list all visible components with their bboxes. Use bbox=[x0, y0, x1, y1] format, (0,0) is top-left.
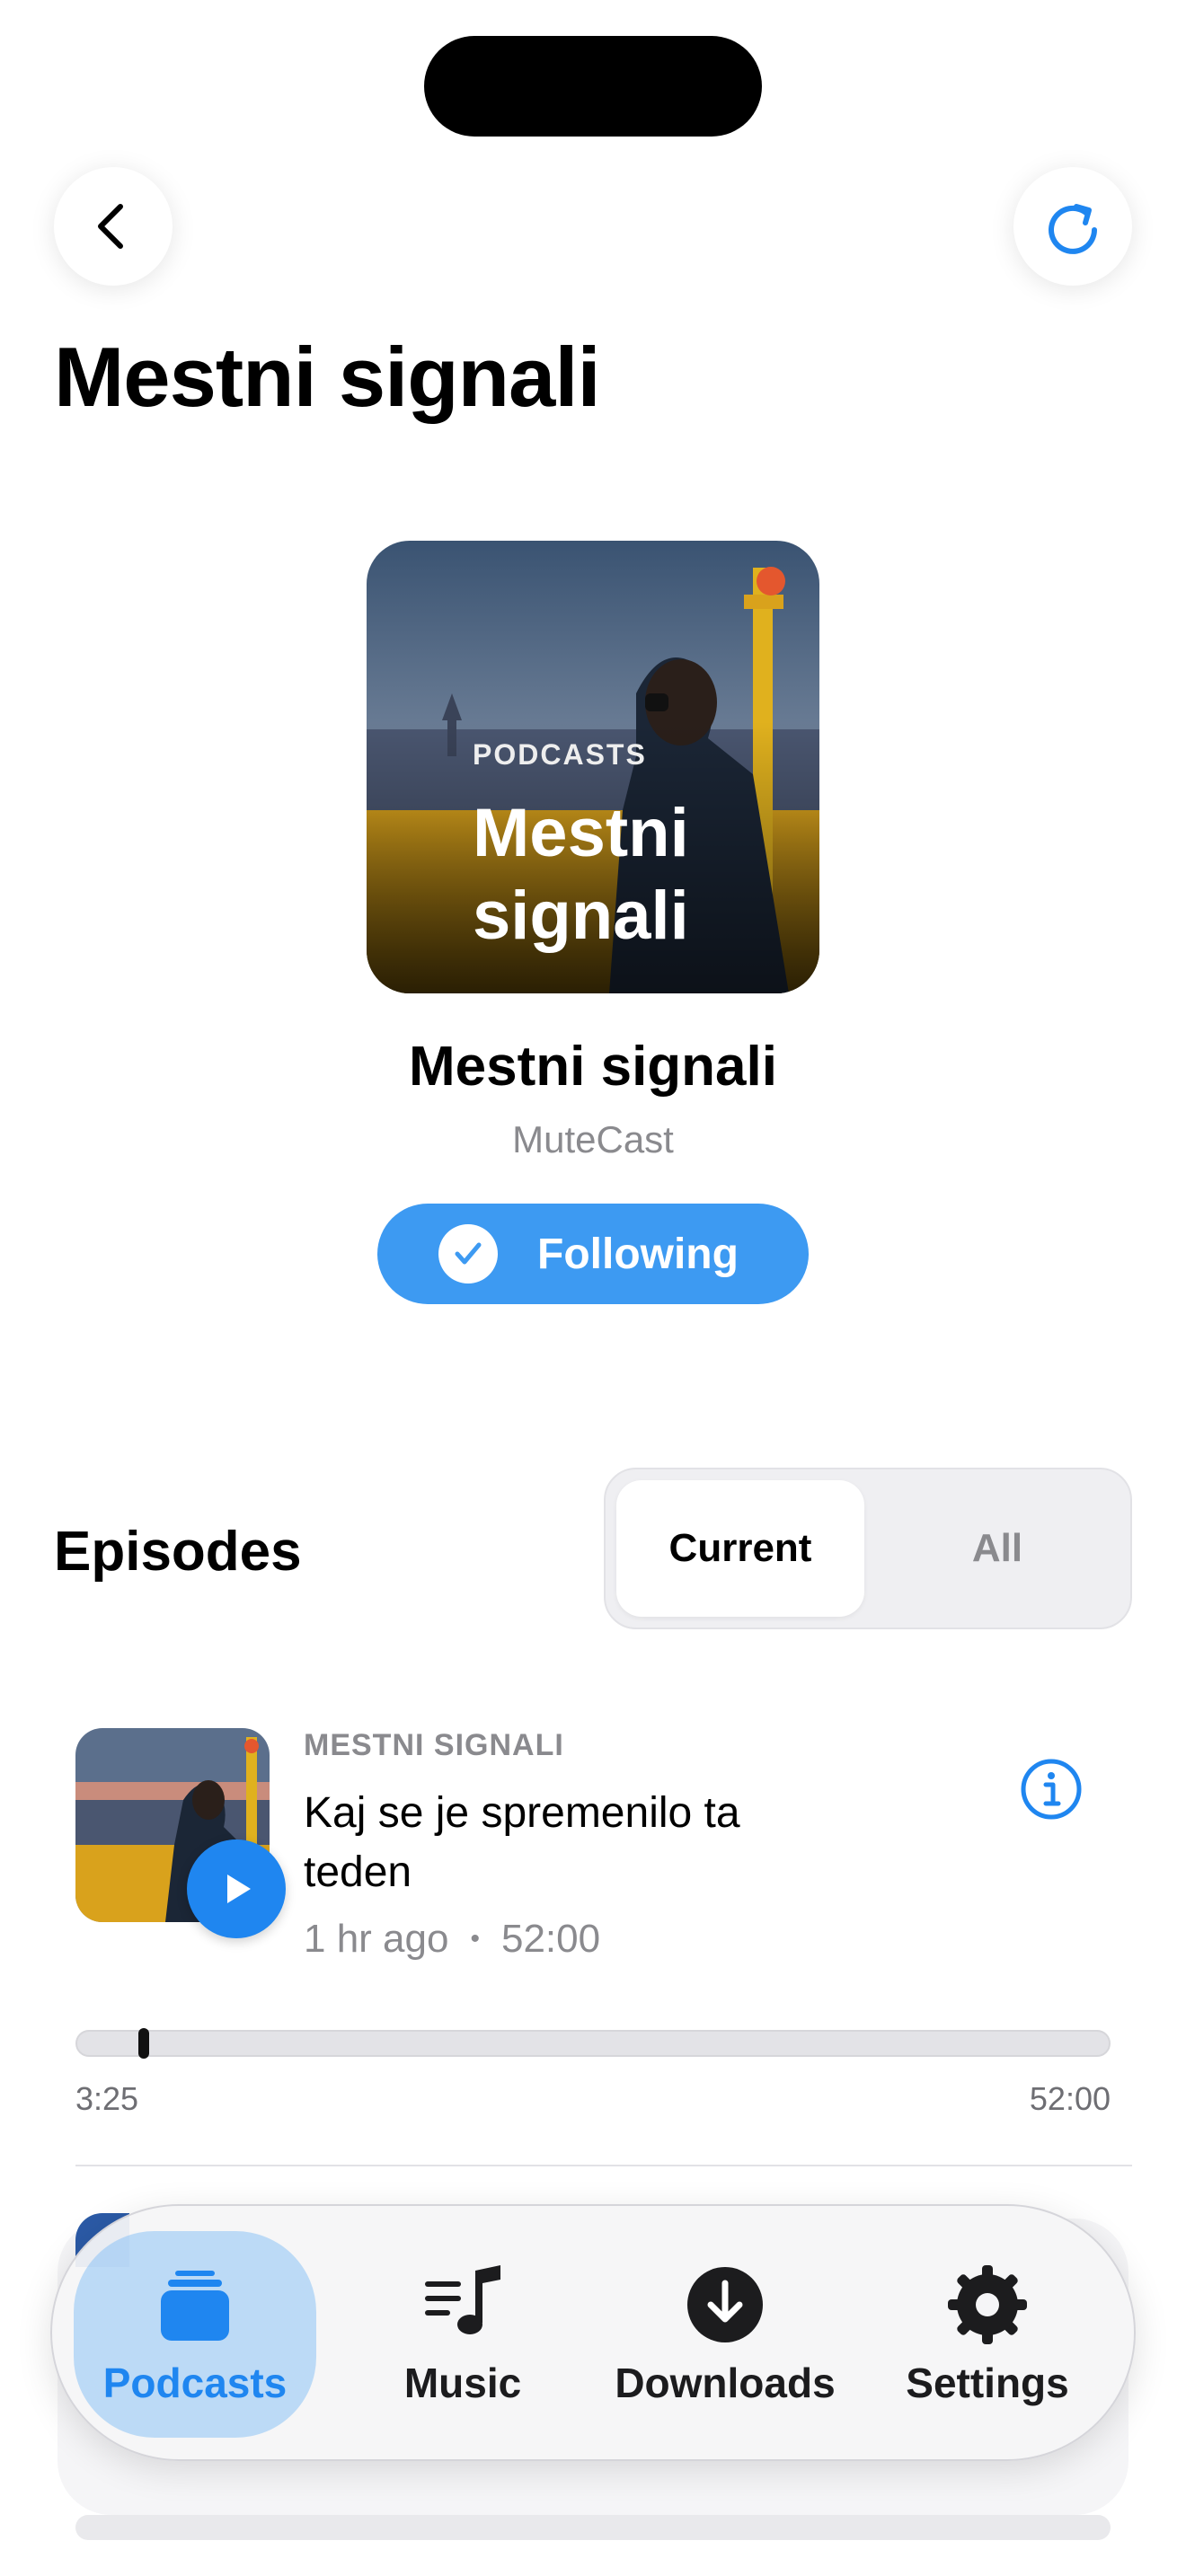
podcasts-stack-icon bbox=[161, 2271, 229, 2341]
podcast-name: Mestni signali bbox=[409, 1036, 777, 1098]
meta-separator: • bbox=[470, 1924, 480, 1954]
segment-current[interactable]: Current bbox=[616, 1480, 864, 1617]
artwork-title: Mestni signali bbox=[473, 795, 689, 954]
gear-icon bbox=[948, 2265, 1027, 2344]
episode-progress-bar[interactable] bbox=[75, 2030, 1111, 2057]
checkmark-icon bbox=[438, 1224, 498, 1284]
play-icon bbox=[227, 1875, 251, 1903]
tab-bar: Podcasts Music Downloads Settings bbox=[50, 2204, 1136, 2461]
episode-title[interactable]: Kaj se je spremenilo ta teden bbox=[304, 1784, 807, 1902]
chevron-left-icon bbox=[98, 204, 123, 249]
dynamic-island bbox=[424, 36, 762, 137]
progress-scrubber[interactable] bbox=[138, 2028, 150, 2059]
artwork-kicker: PODCASTS bbox=[473, 738, 647, 771]
elapsed-time: 3:25 bbox=[75, 2080, 139, 2117]
music-list-icon bbox=[425, 2265, 500, 2334]
episodes-heading: Episodes bbox=[54, 1521, 302, 1583]
episode-duration: 52:00 bbox=[500, 1917, 601, 1961]
episode-divider bbox=[75, 2165, 1132, 2166]
next-episode-progress-bar bbox=[75, 2515, 1111, 2540]
total-time: 52:00 bbox=[1029, 2080, 1111, 2117]
podcast-publisher[interactable]: MuteCast bbox=[0, 1116, 1186, 1164]
refresh-button[interactable] bbox=[1013, 167, 1132, 286]
episode-show-name: MESTNI SIGNALI bbox=[304, 1728, 564, 1762]
segment-all[interactable]: All bbox=[873, 1480, 1121, 1617]
episode-meta: 1 hr ago • 52:00 bbox=[304, 1917, 600, 1962]
tab-downloads[interactable]: Downloads bbox=[604, 2231, 846, 2438]
following-button[interactable]: Following bbox=[377, 1204, 809, 1304]
info-icon[interactable] bbox=[1019, 1757, 1084, 1822]
tab-downloads-label: Downloads bbox=[615, 2360, 836, 2406]
episode-age: 1 hr ago bbox=[304, 1917, 449, 1961]
back-button[interactable] bbox=[54, 167, 173, 286]
tab-music[interactable]: Music bbox=[341, 2231, 584, 2438]
episodes-segmented-control: Current All bbox=[604, 1468, 1132, 1629]
refresh-icon bbox=[1049, 204, 1097, 254]
episode-play-button[interactable] bbox=[187, 1839, 286, 1938]
download-icon bbox=[687, 2267, 763, 2342]
page-title: Mestni signali bbox=[54, 330, 601, 424]
tab-settings-label: Settings bbox=[906, 2360, 1069, 2406]
podcast-artwork: PODCASTS Mestni signali bbox=[367, 541, 819, 993]
following-label: Following bbox=[537, 1230, 739, 1278]
tab-music-label: Music bbox=[403, 2360, 522, 2406]
tab-podcasts-label: Podcasts bbox=[102, 2360, 288, 2406]
tab-settings[interactable]: Settings bbox=[866, 2231, 1109, 2438]
tab-podcasts[interactable]: Podcasts bbox=[74, 2231, 316, 2438]
